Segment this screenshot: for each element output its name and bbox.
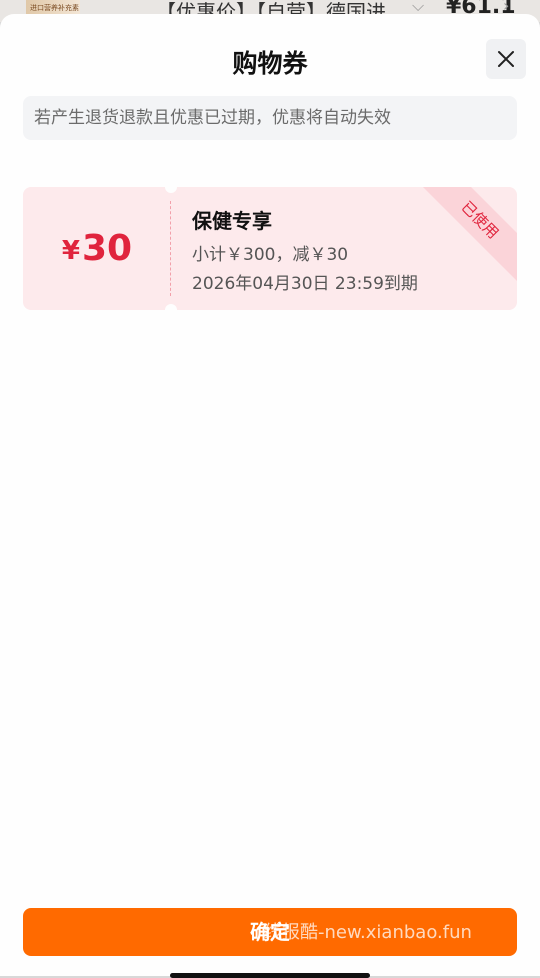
close-button[interactable] <box>486 39 526 79</box>
watermark: 线报酷-new.xianbao.fun <box>264 922 472 943</box>
close-icon <box>498 51 514 67</box>
coupon-expiry: 2026年04月30日 23:59到期 <box>192 274 418 294</box>
coupon-sheet: 购物券 若产生退货退款且优惠已过期，优惠将自动失效 ¥ 30 保健专享 小计￥3… <box>0 14 540 978</box>
coupon-name: 保健专享 <box>192 209 272 233</box>
chevron-right-icon: › <box>503 0 510 15</box>
used-status-badge: 已使用 <box>414 187 517 286</box>
refund-notice: 若产生退货退款且优惠已过期，优惠将自动失效 <box>23 96 517 140</box>
background-thumb-text: 进口营养补充素 <box>30 4 79 12</box>
sheet-title: 购物券 <box>232 49 308 78</box>
coupon-currency: ¥ <box>61 235 80 266</box>
coupon-value: ¥ 30 <box>23 187 171 310</box>
coupon-notch-bottom <box>165 304 177 310</box>
coupon-condition: 小计￥300，减￥30 <box>192 245 349 265</box>
coupon-card[interactable]: ¥ 30 保健专享 小计￥300，减￥30 2026年04月30日 23:59到… <box>23 187 517 310</box>
coupon-amount: 30 <box>81 228 133 269</box>
coupon-divider <box>170 201 171 296</box>
